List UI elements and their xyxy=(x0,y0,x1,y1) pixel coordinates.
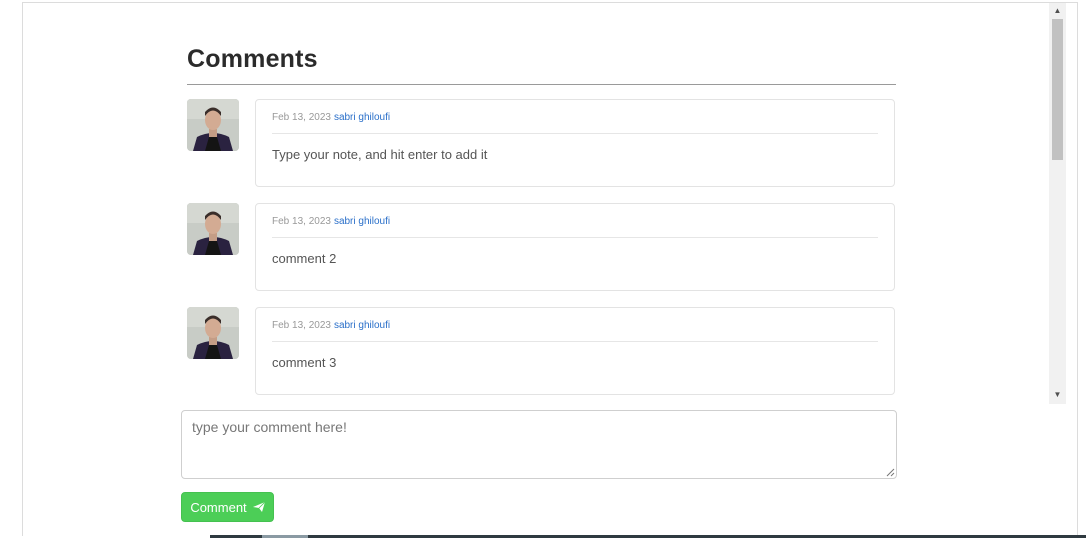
comment-author-link[interactable]: sabri ghiloufi xyxy=(334,112,390,123)
comment-card: Feb 13, 2023 sabri ghiloufi Type your not… xyxy=(255,99,895,187)
comment-textarea[interactable] xyxy=(181,410,897,479)
card-divider xyxy=(272,237,878,238)
comment-date: Feb 13, 2023 xyxy=(272,216,331,227)
comment-item: Feb 13, 2023 sabri ghiloufi Type your not… xyxy=(187,99,896,187)
comment-item: Feb 13, 2023 sabri ghiloufi comment 3 xyxy=(187,307,896,395)
comments-panel: Comments Feb 13, 2023 sabri ghiloufi Type… xyxy=(187,42,896,395)
comment-meta: Feb 13, 2023 sabri ghiloufi xyxy=(272,216,390,227)
scrollbar-thumb[interactable] xyxy=(1052,19,1063,160)
user-photo-avatar-icon[interactable] xyxy=(187,307,239,359)
card-divider xyxy=(272,341,878,342)
comment-meta: Feb 13, 2023 sabri ghiloufi xyxy=(272,320,390,331)
comment-card: Feb 13, 2023 sabri ghiloufi comment 3 xyxy=(255,307,895,395)
comment-text: comment 2 xyxy=(272,251,337,266)
scroll-down-arrow-icon[interactable]: ▼ xyxy=(1049,388,1066,402)
comment-text: Type your note, and hit enter to add it xyxy=(272,147,488,162)
comments-scrollbar[interactable]: ▲ ▼ xyxy=(1049,3,1066,404)
user-photo-avatar-icon[interactable] xyxy=(187,99,239,151)
comment-date: Feb 13, 2023 xyxy=(272,112,331,123)
card-divider xyxy=(272,133,878,134)
comment-card: Feb 13, 2023 sabri ghiloufi comment 2 xyxy=(255,203,895,291)
comment-author-link[interactable]: sabri ghiloufi xyxy=(334,216,390,227)
comment-item: Feb 13, 2023 sabri ghiloufi comment 2 xyxy=(187,203,896,291)
comment-meta: Feb 13, 2023 sabri ghiloufi xyxy=(272,112,390,123)
comment-author-link[interactable]: sabri ghiloufi xyxy=(334,320,390,331)
resize-grip-icon[interactable] xyxy=(885,467,895,477)
comment-text: comment 3 xyxy=(272,355,337,370)
title-divider xyxy=(187,84,896,85)
comment-submit-button[interactable]: Comment xyxy=(181,492,274,522)
comment-button-label: Comment xyxy=(190,499,247,515)
scroll-up-arrow-icon[interactable]: ▲ xyxy=(1049,4,1066,18)
user-photo-avatar-icon[interactable] xyxy=(187,203,239,255)
send-icon xyxy=(252,502,265,512)
panel-title: Comments xyxy=(187,45,318,73)
comment-date: Feb 13, 2023 xyxy=(272,320,331,331)
